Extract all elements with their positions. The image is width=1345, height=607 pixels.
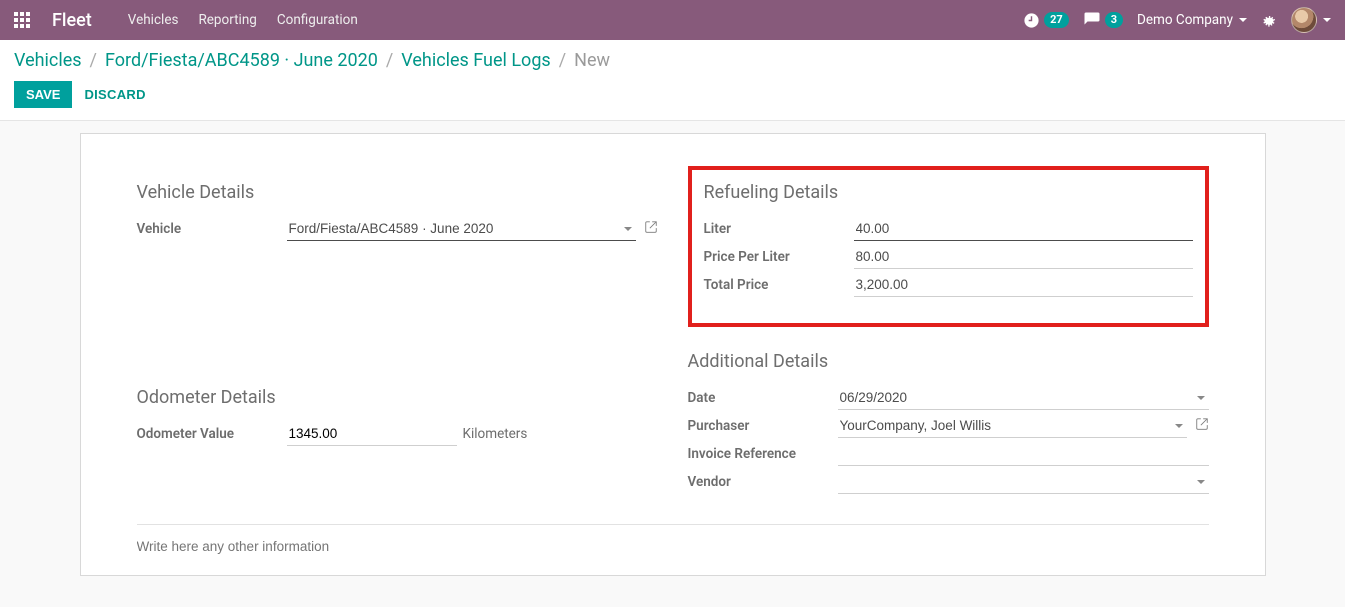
field-date: Date xyxy=(688,384,1209,412)
chevron-down-icon xyxy=(1323,18,1331,22)
vehicle-label: Vehicle xyxy=(137,221,287,237)
breadcrumb-vehicles[interactable]: Vehicles xyxy=(14,50,82,71)
field-total-price: Total Price xyxy=(704,271,1193,299)
save-button[interactable]: SAVE xyxy=(14,81,72,108)
refueling-highlight: Refueling Details Liter Price Per Liter xyxy=(688,166,1209,327)
clock-icon xyxy=(1023,12,1040,29)
field-price-per-liter: Price Per Liter xyxy=(704,243,1193,271)
field-vendor: Vendor xyxy=(688,468,1209,496)
section-additional-details: Additional Details xyxy=(688,351,1209,372)
odometer-label: Odometer Value xyxy=(137,426,287,442)
brand-title[interactable]: Fleet xyxy=(52,10,92,31)
nav-links: Vehicles Reporting Configuration xyxy=(128,12,358,28)
field-purchaser: Purchaser xyxy=(688,412,1209,440)
liter-input[interactable] xyxy=(854,217,1193,241)
breadcrumb-current: New xyxy=(574,50,610,71)
field-vehicle: Vehicle xyxy=(137,215,658,243)
breadcrumb-fuel-logs[interactable]: Vehicles Fuel Logs xyxy=(401,50,550,71)
discuss-count: 3 xyxy=(1105,12,1123,28)
notes-area xyxy=(137,524,1209,555)
liter-label: Liter xyxy=(704,221,854,237)
purchaser-label: Purchaser xyxy=(688,418,838,434)
field-invoice-ref: Invoice Reference xyxy=(688,440,1209,468)
breadcrumb-sep: / xyxy=(557,50,568,71)
debug-icon[interactable] xyxy=(1261,12,1277,28)
date-label: Date xyxy=(688,390,838,406)
purchaser-input[interactable] xyxy=(838,414,1187,438)
vehicle-input[interactable] xyxy=(287,217,636,241)
ppl-label: Price Per Liter xyxy=(704,249,854,265)
ppl-input[interactable] xyxy=(854,245,1193,269)
date-input[interactable] xyxy=(838,386,1209,410)
avatar xyxy=(1291,7,1317,33)
breadcrumb: Vehicles / Ford/Fiesta/ABC4589 · June 20… xyxy=(14,50,1331,71)
chat-icon xyxy=(1083,11,1101,29)
activity-indicator[interactable]: 27 xyxy=(1023,12,1069,29)
sheet-outer: Vehicle Details Vehicle Odometer Details… xyxy=(0,121,1345,576)
field-liter: Liter xyxy=(704,215,1193,243)
discard-button[interactable]: DISCARD xyxy=(84,87,145,102)
breadcrumb-sep: / xyxy=(88,50,99,71)
nav-vehicles[interactable]: Vehicles xyxy=(128,12,179,28)
company-label: Demo Company xyxy=(1137,12,1233,28)
apps-icon[interactable] xyxy=(14,12,30,28)
right-column: Refueling Details Liter Price Per Liter xyxy=(688,158,1209,496)
section-odometer-details: Odometer Details xyxy=(137,387,658,408)
section-vehicle-details: Vehicle Details xyxy=(137,182,658,203)
notes-input[interactable] xyxy=(137,539,1209,554)
form-sheet: Vehicle Details Vehicle Odometer Details… xyxy=(80,133,1266,576)
breadcrumb-vehicle-record[interactable]: Ford/Fiesta/ABC4589 · June 2020 xyxy=(105,50,378,71)
form-actions: SAVE DISCARD xyxy=(14,81,1331,108)
topbar-right: 27 3 Demo Company xyxy=(1023,7,1331,33)
external-link-icon[interactable] xyxy=(1195,417,1209,435)
topbar: Fleet Vehicles Reporting Configuration 2… xyxy=(0,0,1345,40)
external-link-icon[interactable] xyxy=(644,220,658,238)
nav-configuration[interactable]: Configuration xyxy=(277,12,358,28)
odometer-unit: Kilometers xyxy=(463,426,528,442)
odometer-input[interactable] xyxy=(287,422,457,446)
control-panel: Vehicles / Ford/Fiesta/ABC4589 · June 20… xyxy=(0,40,1345,121)
field-odometer: Odometer Value Kilometers xyxy=(137,420,658,448)
vendor-label: Vendor xyxy=(688,474,838,490)
nav-reporting[interactable]: Reporting xyxy=(198,12,256,28)
activity-count: 27 xyxy=(1044,12,1069,28)
vendor-input[interactable] xyxy=(838,470,1209,494)
discuss-indicator[interactable]: 3 xyxy=(1083,11,1123,29)
invoice-ref-label: Invoice Reference xyxy=(688,446,838,462)
chevron-down-icon xyxy=(1239,18,1247,22)
section-refueling-details: Refueling Details xyxy=(704,182,1193,203)
total-price-input[interactable] xyxy=(854,273,1193,297)
left-column: Vehicle Details Vehicle Odometer Details… xyxy=(137,158,658,496)
company-switcher[interactable]: Demo Company xyxy=(1137,12,1247,28)
total-price-label: Total Price xyxy=(704,277,854,293)
breadcrumb-sep: / xyxy=(384,50,395,71)
invoice-ref-input[interactable] xyxy=(838,442,1209,466)
user-menu[interactable] xyxy=(1291,7,1331,33)
